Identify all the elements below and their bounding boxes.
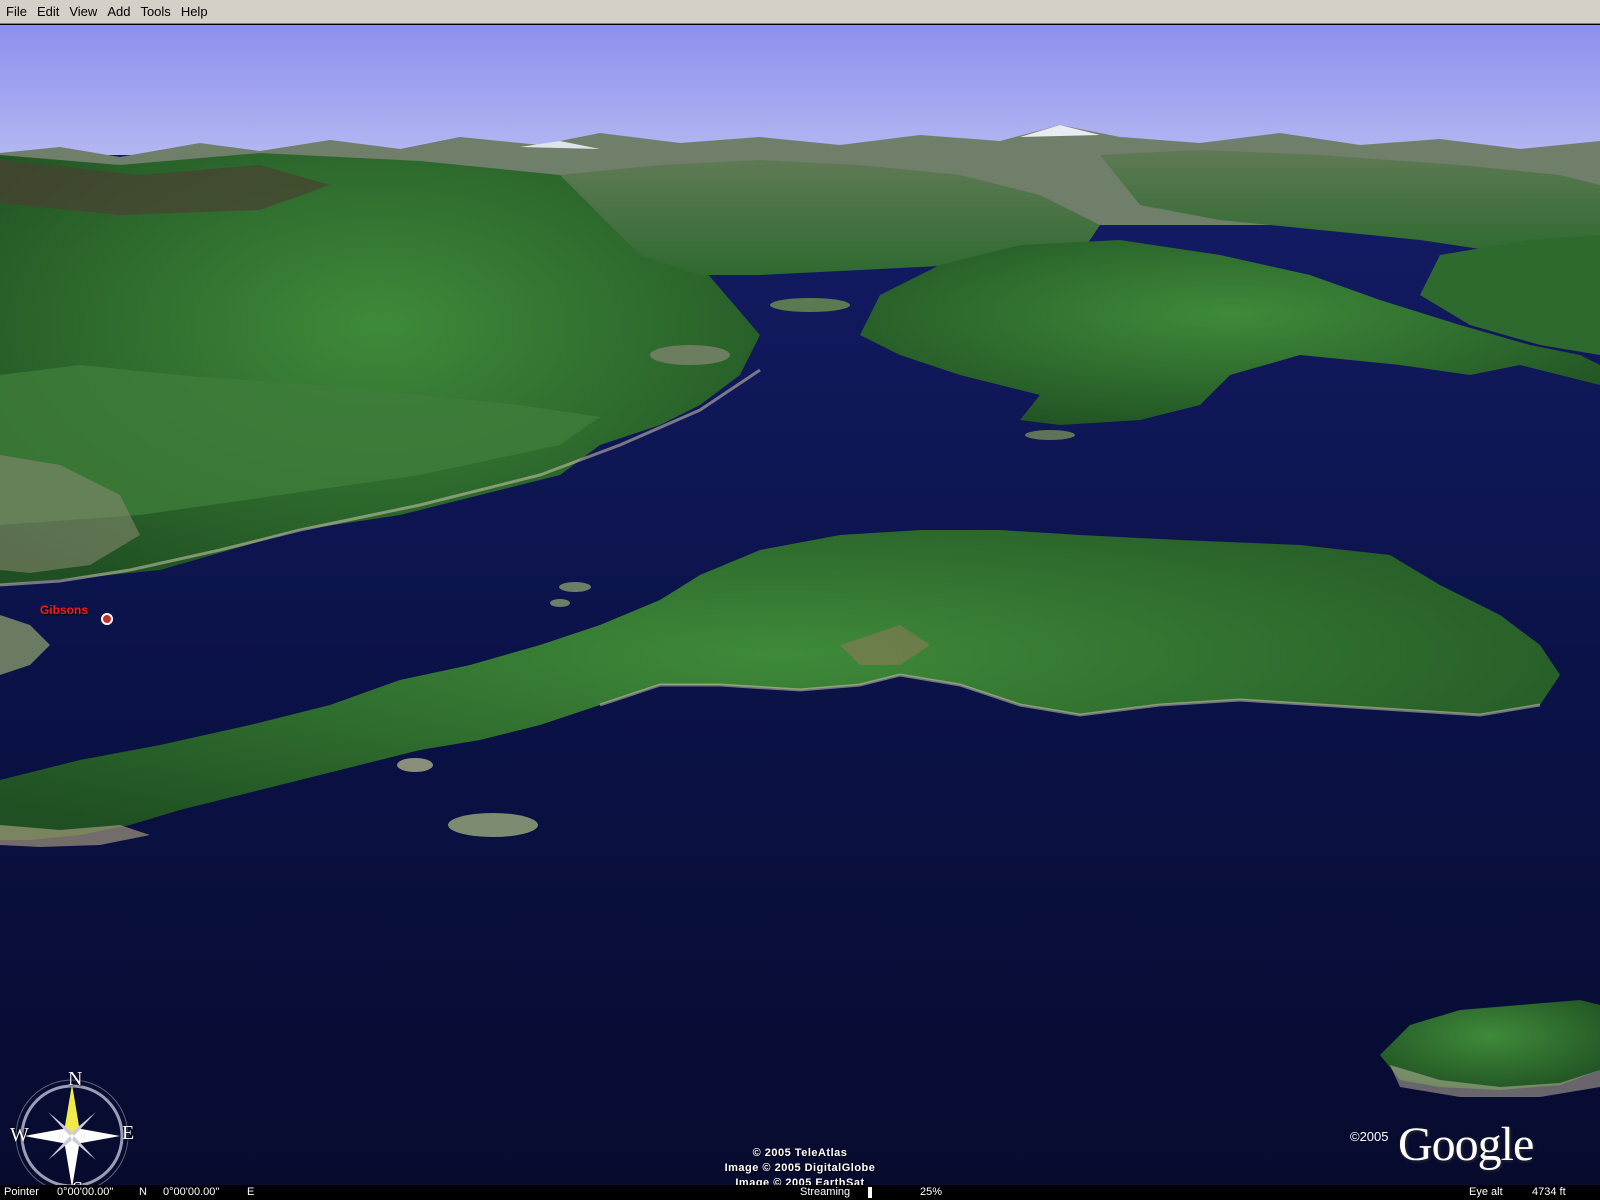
streaming-label: Streaming <box>800 1186 851 1198</box>
pointer-longitude: 0°00'00.00" <box>163 1186 220 1198</box>
compass-north-label: N <box>68 1068 83 1090</box>
menu-tools[interactable]: Tools <box>135 0 175 24</box>
menu-add[interactable]: Add <box>102 0 135 24</box>
streaming-progress-bar <box>868 1187 872 1198</box>
eye-alt-value: 4734 ft <box>1532 1186 1566 1198</box>
credit-line: Image © 2005 EarthSat <box>735 1177 865 1185</box>
menu-edit[interactable]: Edit <box>32 0 64 24</box>
eye-alt-label: Eye alt <box>1469 1186 1503 1198</box>
pointer-lon-direction: E <box>247 1186 255 1198</box>
imagery-credits: © 2005 TeleAtlas Image © 2005 DigitalGlo… <box>700 1146 900 1185</box>
placemark-circle-icon[interactable] <box>101 613 113 625</box>
credit-line: Image © 2005 DigitalGlobe <box>724 1162 876 1174</box>
terrain-imagery[interactable] <box>0 25 1600 1185</box>
menu-bar: File Edit View Add Tools Help <box>0 0 1600 24</box>
google-logo: Google <box>1398 1118 1534 1171</box>
3d-map-viewport[interactable]: Gibsons N S E W © 2005 TeleAtlas Image ©… <box>0 25 1600 1185</box>
compass[interactable]: N S E W <box>8 1068 136 1185</box>
menu-file[interactable]: File <box>0 0 32 24</box>
brand-copyright: ©2005 <box>1350 1129 1389 1144</box>
placemark-label[interactable]: Gibsons <box>40 603 88 617</box>
status-bar: Pointer 0°00'00.00" N 0°00'00.00" E Stre… <box>0 1185 1600 1200</box>
menu-view[interactable]: View <box>64 0 102 24</box>
menu-help[interactable]: Help <box>176 0 213 24</box>
pointer-lat-direction: N <box>139 1186 147 1198</box>
pointer-latitude: 0°00'00.00" <box>57 1186 114 1198</box>
compass-east-label: E <box>122 1122 135 1144</box>
credit-line: © 2005 TeleAtlas <box>752 1147 848 1159</box>
compass-south-label: S <box>72 1178 83 1185</box>
placemark[interactable]: Gibsons <box>40 603 113 625</box>
streaming-percent: 25% <box>920 1186 943 1198</box>
compass-west-label: W <box>10 1124 29 1146</box>
pointer-label: Pointer <box>4 1186 39 1198</box>
